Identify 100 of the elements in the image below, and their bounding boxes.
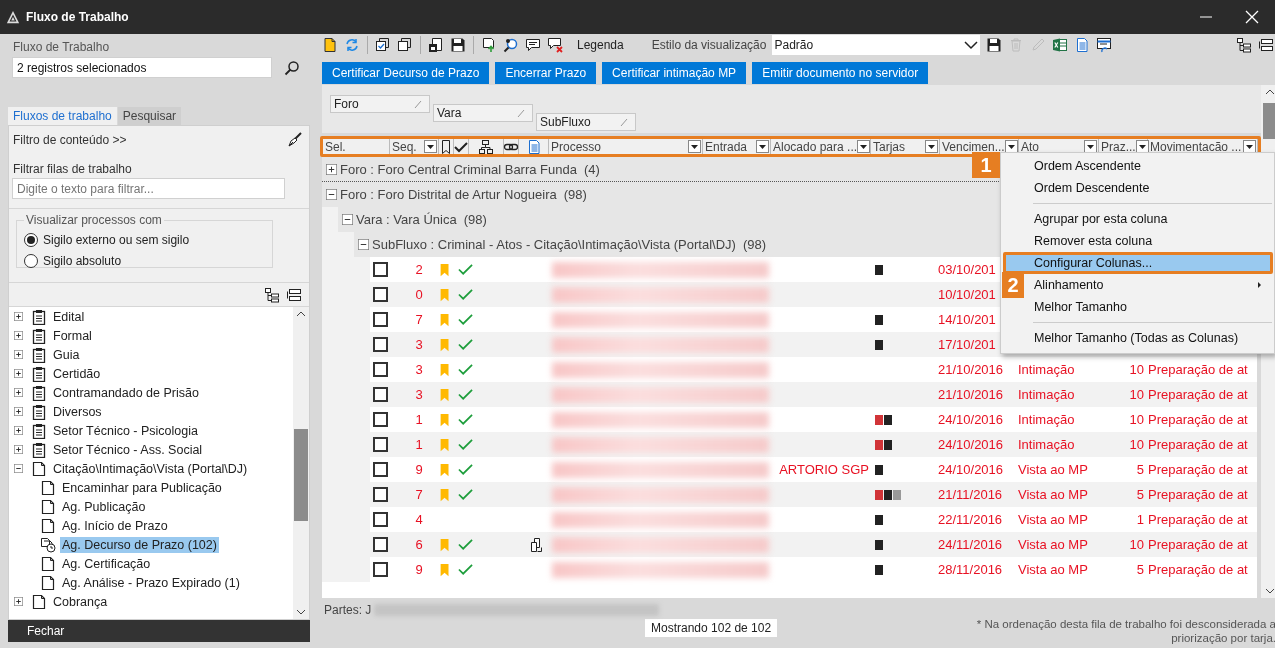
action-button[interactable]: Certificar Decurso de Prazo <box>322 62 490 84</box>
group-row-label[interactable]: Vara : Vara Única <box>356 212 457 227</box>
group-by-chip[interactable]: SubFluxo <box>536 113 636 131</box>
expand-toggle[interactable] <box>14 312 23 321</box>
close-button[interactable]: Fechar <box>8 620 310 642</box>
checkbox[interactable] <box>373 537 388 552</box>
menu-item[interactable]: Ordem Ascendente <box>1027 155 1273 177</box>
checkbox[interactable] <box>373 562 388 577</box>
checkbox[interactable] <box>373 412 388 427</box>
radio-button[interactable] <box>24 232 38 247</box>
checkbox[interactable] <box>373 362 388 377</box>
menu-item[interactable]: Agrupar por esta coluna <box>1027 208 1273 230</box>
dropdown-button[interactable] <box>925 140 938 153</box>
tree-item[interactable]: Citação\Intimação\Vista (Portal\DJ) <box>51 460 250 477</box>
group-by-chip[interactable]: Vara <box>433 104 533 122</box>
brush-icon[interactable] <box>287 131 303 148</box>
dropdown-button[interactable] <box>424 140 437 153</box>
view-style-dropdown[interactable]: Padrão <box>772 35 981 55</box>
dropdown-button[interactable] <box>857 140 871 153</box>
comment-icon[interactable] <box>525 37 541 53</box>
workflow-field[interactable]: 2 registros selecionados <box>12 57 272 78</box>
menu-item[interactable]: Ordem Descendente <box>1027 177 1273 199</box>
filter-toggle[interactable]: Filtro de conteúdo >> <box>13 132 127 147</box>
group-by-chip[interactable]: Foro <box>330 95 430 113</box>
checkbox[interactable] <box>373 262 388 277</box>
dropdown-button[interactable] <box>688 140 701 153</box>
comment-delete-icon[interactable] <box>547 37 563 53</box>
radio-button[interactable] <box>24 253 38 268</box>
tree-item[interactable]: Cobrança <box>51 593 110 610</box>
checkbox[interactable] <box>373 512 388 527</box>
checked-copy-icon[interactable] <box>375 37 391 53</box>
spreadsheet-icon[interactable] <box>1052 37 1069 53</box>
checkbox[interactable] <box>373 462 388 477</box>
tab[interactable]: Fluxos de trabalho <box>8 107 117 125</box>
tree-item[interactable]: Edital <box>51 308 87 325</box>
checkbox[interactable] <box>373 287 388 302</box>
column-header[interactable]: Sel. <box>325 139 346 154</box>
tree-item[interactable]: Ag. Certificação <box>60 555 153 572</box>
dropdown-button[interactable] <box>756 140 769 153</box>
group-row-label[interactable]: Foro : Foro Distrital de Artur Nogueira <box>340 187 557 202</box>
action-button[interactable]: Encerrar Prazo <box>495 62 597 84</box>
action-button[interactable]: Certificar intimação MP <box>602 62 747 84</box>
checkbox[interactable] <box>373 312 388 327</box>
tree-item[interactable]: Ag. Início de Prazo <box>60 517 170 534</box>
menu-item[interactable]: Melhor Tamanho <box>1027 296 1273 318</box>
expand-toggle[interactable] <box>14 369 23 378</box>
filter-field[interactable]: Digite o texto para filtrar... <box>12 178 285 199</box>
row-list-icon[interactable] <box>286 286 302 303</box>
document-lines-icon[interactable] <box>1074 37 1091 53</box>
save-lock-icon[interactable] <box>428 37 444 53</box>
menu-item[interactable]: Melhor Tamanho (Todas as Colunas) <box>1027 327 1273 349</box>
column-header[interactable]: Processo <box>551 139 602 154</box>
scrollbar[interactable] <box>293 307 309 619</box>
checkbox[interactable] <box>373 487 388 502</box>
row-list-icon[interactable] <box>1258 37 1274 53</box>
refresh-icon[interactable] <box>344 37 360 53</box>
search-icon[interactable] <box>284 59 300 76</box>
expand-toggle[interactable] <box>358 239 369 250</box>
column-header[interactable]: Seq. <box>392 139 417 154</box>
group-row-label[interactable]: Foro : Foro Central Criminal Barra Funda <box>340 161 577 177</box>
menu-item[interactable]: Remover esta coluna <box>1027 230 1273 252</box>
expand-toggle[interactable] <box>14 331 23 340</box>
scroll-thumb[interactable] <box>1263 103 1275 139</box>
tree-item[interactable]: Setor Técnico - Ass. Social <box>51 441 205 458</box>
expand-toggle[interactable] <box>14 350 23 359</box>
tree-item[interactable]: Ag. Análise - Prazo Expirado (1) <box>60 574 242 591</box>
group-row-label[interactable]: SubFluxo : Criminal - Atos - Citação\Intimação\Vista (Portal\DJ) <box>372 237 736 252</box>
expand-toggle[interactable] <box>14 388 23 397</box>
expand-toggle[interactable] <box>14 597 23 606</box>
menu-item[interactable]: Configurar Colunas... <box>1003 252 1273 274</box>
expand-toggle[interactable] <box>14 407 23 416</box>
checkbox[interactable] <box>373 337 388 352</box>
radio-label[interactable]: Sigilo absoluto <box>43 253 122 268</box>
document-icon[interactable] <box>322 37 338 53</box>
hierarchy-icon[interactable] <box>478 138 494 155</box>
legend-button[interactable]: Legenda <box>577 38 624 52</box>
action-button[interactable]: Emitir documento no servidor <box>752 62 929 84</box>
tree-item[interactable]: Encaminhar para Publicação <box>60 479 224 496</box>
expand-toggle[interactable] <box>14 426 23 435</box>
tab[interactable]: Pesquisar <box>117 107 182 125</box>
tree-item[interactable]: Setor Técnico - Psicologia <box>51 422 200 439</box>
column-header[interactable]: Alocado para ... <box>773 139 858 154</box>
expand-toggle[interactable] <box>326 163 337 175</box>
column-header[interactable]: Praz... <box>1101 139 1136 154</box>
column-header[interactable]: Vencimen... <box>942 139 1005 154</box>
tree-item[interactable]: Diversos <box>51 403 104 420</box>
radio-label[interactable]: Sigilo externo ou sem sigilo <box>43 232 190 247</box>
tree-item[interactable]: Ag. Publicação <box>60 498 148 515</box>
window-refresh-icon[interactable] <box>1096 37 1113 53</box>
column-header[interactable]: Entrada <box>705 139 748 154</box>
search-icon[interactable] <box>503 37 519 53</box>
document-upload-icon[interactable] <box>481 37 497 53</box>
tree-item[interactable]: Certidão <box>51 365 103 382</box>
checkbox[interactable] <box>373 437 388 452</box>
column-header[interactable]: Tarjas <box>873 139 905 154</box>
column-header[interactable]: Movimentacão ... <box>1150 139 1242 154</box>
save-icon[interactable] <box>986 37 1003 53</box>
save-icon[interactable] <box>450 37 466 53</box>
tree-view-icon[interactable] <box>264 286 280 303</box>
expand-toggle[interactable] <box>14 464 23 473</box>
